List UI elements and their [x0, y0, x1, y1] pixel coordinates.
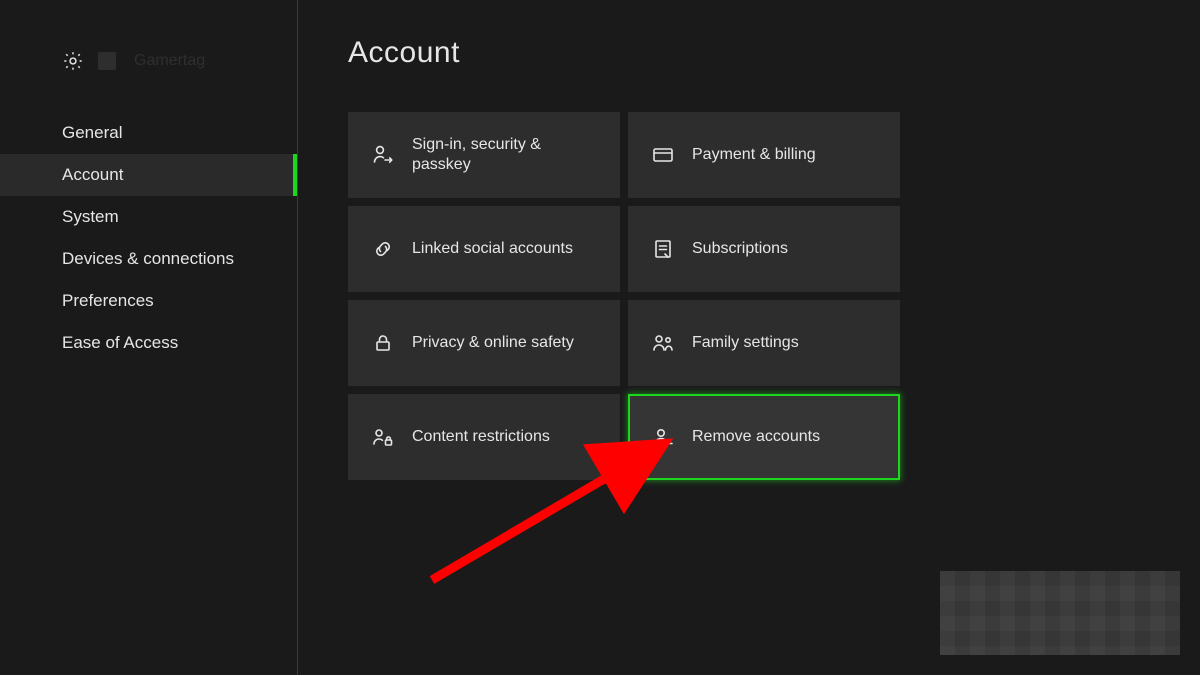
tile-label: Linked social accounts — [412, 239, 573, 259]
person-minus-icon — [650, 424, 676, 450]
person-arrow-icon — [370, 142, 396, 168]
account-tile-grid: Sign-in, security & passkey Payment & bi… — [348, 112, 1200, 480]
tile-payment-billing[interactable]: Payment & billing — [628, 112, 900, 198]
tile-linked-social[interactable]: Linked social accounts — [348, 206, 620, 292]
sidebar-item-label: Account — [62, 165, 123, 185]
sidebar-item-system[interactable]: System — [0, 196, 297, 238]
sidebar-item-preferences[interactable]: Preferences — [0, 280, 297, 322]
sidebar-item-label: System — [62, 207, 119, 227]
card-icon — [650, 142, 676, 168]
main-panel: Account Sign-in, security & passkey — [298, 0, 1200, 675]
people-lock-icon — [370, 424, 396, 450]
sidebar-item-label: Ease of Access — [62, 333, 178, 353]
sidebar-item-account[interactable]: Account — [0, 154, 297, 196]
sidebar-item-label: Devices & connections — [62, 249, 234, 269]
tile-label: Content restrictions — [412, 427, 550, 447]
sidebar-nav: General Account System Devices & connect… — [0, 112, 297, 364]
receipt-icon — [650, 236, 676, 262]
tile-label: Payment & billing — [692, 145, 816, 165]
tile-label: Family settings — [692, 333, 799, 353]
link-icon — [370, 236, 396, 262]
sidebar-item-ease-of-access[interactable]: Ease of Access — [0, 322, 297, 364]
page-title: Account — [348, 36, 1200, 70]
tile-content-restrictions[interactable]: Content restrictions — [348, 394, 620, 480]
tile-label: Sign-in, security & passkey — [412, 135, 598, 175]
sidebar-item-devices[interactable]: Devices & connections — [0, 238, 297, 280]
tile-label: Subscriptions — [692, 239, 788, 259]
sidebar-item-label: Preferences — [62, 291, 154, 311]
tile-label: Remove accounts — [692, 427, 820, 447]
lock-icon — [370, 330, 396, 356]
sidebar-header: Gamertag — [0, 0, 297, 102]
redacted-area — [940, 571, 1180, 655]
tile-subscriptions[interactable]: Subscriptions — [628, 206, 900, 292]
tile-signin-security[interactable]: Sign-in, security & passkey — [348, 112, 620, 198]
tile-privacy-safety[interactable]: Privacy & online safety — [348, 300, 620, 386]
profile-name: Gamertag — [134, 52, 205, 70]
tile-remove-accounts[interactable]: Remove accounts — [628, 394, 900, 480]
people-icon — [650, 330, 676, 356]
tile-family-settings[interactable]: Family settings — [628, 300, 900, 386]
sidebar-item-general[interactable]: General — [0, 112, 297, 154]
sidebar-item-label: General — [62, 123, 122, 143]
profile-avatar — [98, 52, 116, 70]
tile-label: Privacy & online safety — [412, 333, 574, 353]
settings-sidebar: Gamertag General Account System Devices … — [0, 0, 298, 675]
gear-icon — [60, 48, 86, 74]
